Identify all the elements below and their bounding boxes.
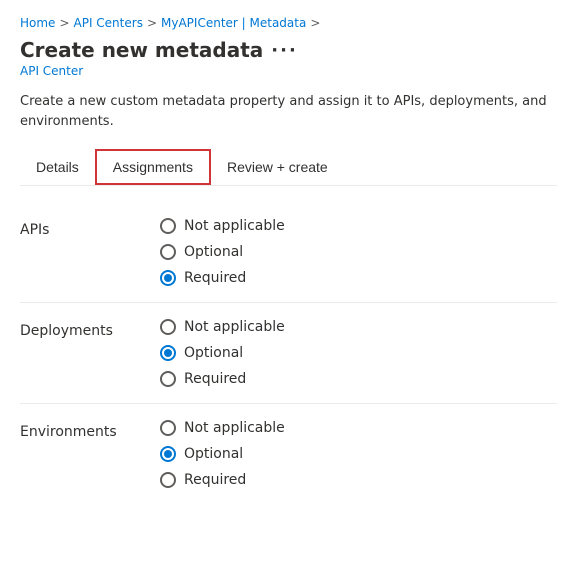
dep-radio-na[interactable] <box>160 319 176 335</box>
tab-details[interactable]: Details <box>20 151 95 183</box>
env-na-label: Not applicable <box>184 420 285 436</box>
breadcrumb-myapicenter[interactable]: MyAPICenter | Metadata <box>161 16 306 30</box>
env-option-na[interactable]: Not applicable <box>160 420 285 436</box>
dep-option-na[interactable]: Not applicable <box>160 319 285 335</box>
tab-review-create[interactable]: Review + create <box>211 151 344 183</box>
more-options-button[interactable]: ··· <box>271 40 298 61</box>
breadcrumb-sep-3: > <box>310 16 320 30</box>
assignment-row-environments: Environments Not applicable Optional Req… <box>20 408 557 500</box>
breadcrumb: Home > API Centers > MyAPICenter | Metad… <box>20 16 557 30</box>
breadcrumb-sep-2: > <box>147 16 157 30</box>
apis-radio-optional[interactable] <box>160 244 176 260</box>
tabs: Details Assignments Review + create <box>20 149 557 186</box>
divider-2 <box>20 403 557 404</box>
env-radio-optional[interactable] <box>160 446 176 462</box>
dep-radio-optional[interactable] <box>160 345 176 361</box>
env-optional-label: Optional <box>184 446 243 462</box>
breadcrumb-sep-1: > <box>59 16 69 30</box>
environments-radio-group: Not applicable Optional Required <box>160 420 285 488</box>
apis-option-na[interactable]: Not applicable <box>160 218 285 234</box>
apis-label: APIs <box>20 218 160 238</box>
apis-na-label: Not applicable <box>184 218 285 234</box>
env-option-required[interactable]: Required <box>160 472 285 488</box>
breadcrumb-home[interactable]: Home <box>20 16 55 30</box>
divider-1 <box>20 302 557 303</box>
page-subtitle: API Center <box>20 64 557 78</box>
page-description: Create a new custom metadata property an… <box>20 92 557 131</box>
dep-option-optional[interactable]: Optional <box>160 345 285 361</box>
env-required-label: Required <box>184 472 246 488</box>
apis-option-optional[interactable]: Optional <box>160 244 285 260</box>
apis-radio-group: Not applicable Optional Required <box>160 218 285 286</box>
breadcrumb-api-centers[interactable]: API Centers <box>74 16 143 30</box>
deployments-label: Deployments <box>20 319 160 339</box>
assignment-row-apis: APIs Not applicable Optional Required <box>20 206 557 298</box>
apis-radio-na[interactable] <box>160 218 176 234</box>
apis-option-required[interactable]: Required <box>160 270 285 286</box>
environments-label: Environments <box>20 420 160 440</box>
dep-radio-required[interactable] <box>160 371 176 387</box>
assignment-row-deployments: Deployments Not applicable Optional Requ… <box>20 307 557 399</box>
page-title-text: Create new metadata <box>20 38 263 62</box>
env-option-optional[interactable]: Optional <box>160 446 285 462</box>
dep-required-label: Required <box>184 371 246 387</box>
assignments-form: APIs Not applicable Optional Required De… <box>20 206 557 500</box>
deployments-radio-group: Not applicable Optional Required <box>160 319 285 387</box>
env-radio-required[interactable] <box>160 472 176 488</box>
apis-radio-required[interactable] <box>160 270 176 286</box>
env-radio-na[interactable] <box>160 420 176 436</box>
tab-assignments[interactable]: Assignments <box>95 149 211 185</box>
dep-optional-label: Optional <box>184 345 243 361</box>
apis-required-label: Required <box>184 270 246 286</box>
dep-option-required[interactable]: Required <box>160 371 285 387</box>
dep-na-label: Not applicable <box>184 319 285 335</box>
page-title-row: Create new metadata ··· <box>20 38 557 62</box>
apis-optional-label: Optional <box>184 244 243 260</box>
